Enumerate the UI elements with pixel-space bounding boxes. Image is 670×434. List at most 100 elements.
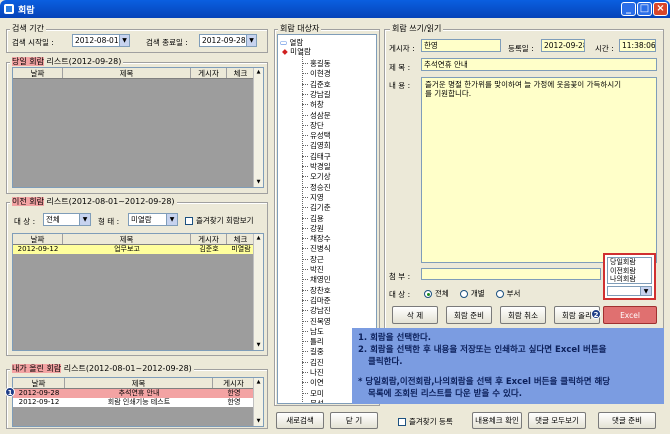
tree-line [302, 351, 308, 353]
favorite-filter[interactable]: 즐겨찾기 회람보기 [185, 215, 254, 226]
app-icon [4, 4, 14, 14]
previous-list-table[interactable]: 날짜 제목 게시자 체크 2012-09-12 업무보고 김준호 미열람 ▲ ▼ [12, 233, 264, 351]
my-list-scrollbar[interactable]: ▲ ▼ [253, 378, 263, 426]
favorite-register[interactable]: 즐겨찾기 등록 [398, 416, 453, 427]
tree-line [302, 155, 308, 157]
recipients-legend: 회람 대상자 [278, 23, 322, 34]
search-period-legend: 검색 기간 [10, 23, 46, 34]
previous-list-legend: 이전 회람 리스트(2012-08-01~2012-09-28) [10, 196, 177, 207]
tree-line [302, 320, 308, 322]
today-list-table[interactable]: 날짜 제목 게시자 체크 ▲ ▼ [12, 67, 264, 188]
content-check-button[interactable]: 내용체크 확인 [472, 412, 522, 429]
window-title: 회람 [18, 5, 35, 16]
tree-root-unread[interactable]: ◆ 미열람 [282, 46, 311, 57]
tree-line [302, 279, 308, 281]
new-search-button[interactable]: 새로검색 [276, 412, 324, 429]
tree-line [302, 186, 308, 188]
my-list-table[interactable]: 날짜 제목 게시자 2012-09-28 추석연휴 안내 한영 2012-09-… [12, 377, 264, 427]
list-item[interactable]: 나의회람 [610, 275, 651, 284]
attach-label: 첨 부 : [389, 272, 411, 281]
list-item[interactable]: 당일회람 [610, 258, 651, 267]
excel-target-select[interactable]: ▼ [607, 286, 652, 296]
chevron-down-icon: ▼ [166, 214, 177, 225]
favorite-checkbox[interactable] [185, 216, 193, 225]
tree-line [302, 248, 308, 250]
content-textarea[interactable]: 즐거운 명절 한가위를 맞이하여 늘 가정에 웃음꽃이 가득하시기를 기원합니다… [421, 77, 657, 263]
target-select[interactable]: 전체 ▼ [43, 213, 91, 226]
start-date-label: 검색 시작일 : [12, 38, 54, 47]
target-label: 대 상 : [14, 217, 36, 226]
tree-line [302, 269, 308, 270]
previous-list-scrollbar[interactable]: ▲ ▼ [253, 234, 263, 350]
content-label: 내 용 : [389, 81, 411, 90]
tree-line [302, 73, 308, 75]
tree-line [302, 124, 308, 126]
maximize-button[interactable]: □ [637, 2, 652, 16]
tree-line [302, 330, 308, 332]
tree-line [302, 114, 308, 116]
step-one-badge: 1 [5, 387, 15, 397]
my-list-legend: 내가 올린 회람 리스트(2012-08-01~2012-09-28) [10, 363, 194, 374]
tree-line [302, 207, 308, 209]
tree-line [302, 227, 308, 229]
close-button[interactable]: 닫 기 [330, 412, 378, 429]
minimize-button[interactable]: _ [621, 2, 636, 16]
tree-line [302, 238, 308, 240]
excel-button[interactable]: Excel [603, 306, 657, 324]
chevron-down-icon: ▼ [245, 35, 256, 46]
table-row[interactable]: 2012-09-12 업무보고 김준호 미열람 [13, 245, 255, 254]
table-header: 날짜 제목 게시자 체크 [13, 68, 255, 79]
table-header: 날짜 제목 게시자 [13, 378, 255, 389]
delete-button[interactable]: 삭 제 [392, 306, 438, 324]
tree-line [302, 135, 308, 137]
chevron-down-icon: ▼ [79, 214, 90, 225]
date-field: 2012-09-28 [541, 39, 585, 52]
reply-all-button[interactable]: 댓글 모두보기 [528, 412, 586, 429]
poster-field: 한영 [421, 39, 501, 52]
radio-department[interactable] [495, 289, 504, 298]
tree-line [302, 217, 308, 219]
start-date-picker[interactable]: 2012-08-01 ▼ [72, 34, 130, 47]
tree-line [302, 299, 308, 301]
attach-field[interactable] [421, 268, 601, 280]
tree-line [302, 392, 308, 394]
tree-line [302, 289, 308, 291]
tree-line [302, 341, 308, 343]
tree-line [302, 83, 308, 85]
favorite-register-checkbox[interactable] [398, 417, 406, 426]
tree-line [302, 176, 308, 178]
tree-line [302, 145, 308, 147]
tree-line [302, 104, 308, 106]
table-row[interactable]: 2012-09-12 회람 인쇄기능 테스트 한영 [13, 398, 255, 407]
radio-all[interactable] [424, 289, 432, 298]
table-row[interactable]: 2012-09-28 추석연휴 안내 한영 [13, 389, 255, 398]
reply-prepare-button[interactable]: 댓글 준비 [598, 412, 656, 429]
today-list-scrollbar[interactable]: ▲ ▼ [253, 68, 263, 187]
tree-line [302, 63, 308, 64]
close-window-button[interactable]: × [653, 2, 668, 16]
tree-line [302, 196, 308, 198]
tree-line [302, 166, 308, 167]
tree-line [302, 258, 308, 260]
title-field[interactable]: 추석연휴 안내 [421, 58, 657, 71]
tree-line [302, 361, 308, 363]
excel-target-list[interactable]: 당일회람 이전회람 나의회람 [607, 257, 652, 284]
tree-line [302, 402, 308, 403]
poster-label: 게시자 : [389, 44, 415, 53]
prepare-button[interactable]: 회람 준비 [446, 306, 492, 324]
end-date-picker[interactable]: 2012-09-28 ▼ [199, 34, 257, 47]
chevron-down-icon: ▼ [640, 287, 651, 295]
radio-individual[interactable] [459, 289, 468, 298]
cancel-circular-button[interactable]: 회람 취소 [500, 306, 546, 324]
step-two-badge: 2 [591, 309, 601, 319]
excel-target-popup: 당일회람 이전회람 나의회람 ▼ [603, 253, 656, 300]
target-radio-group: 전체 개별 부서 [424, 288, 520, 299]
chevron-down-icon: ▼ [118, 35, 129, 46]
type-select[interactable]: 미열람 ▼ [128, 213, 178, 226]
detail-legend: 회람 쓰기/읽기 [390, 23, 444, 34]
tree-line [302, 382, 308, 384]
list-item[interactable]: 이전회람 [610, 267, 651, 276]
detail-target-label: 대 상 : [389, 290, 411, 299]
recipient-item[interactable]: 문선 [310, 398, 324, 403]
type-label: 형 태 : [98, 217, 120, 226]
